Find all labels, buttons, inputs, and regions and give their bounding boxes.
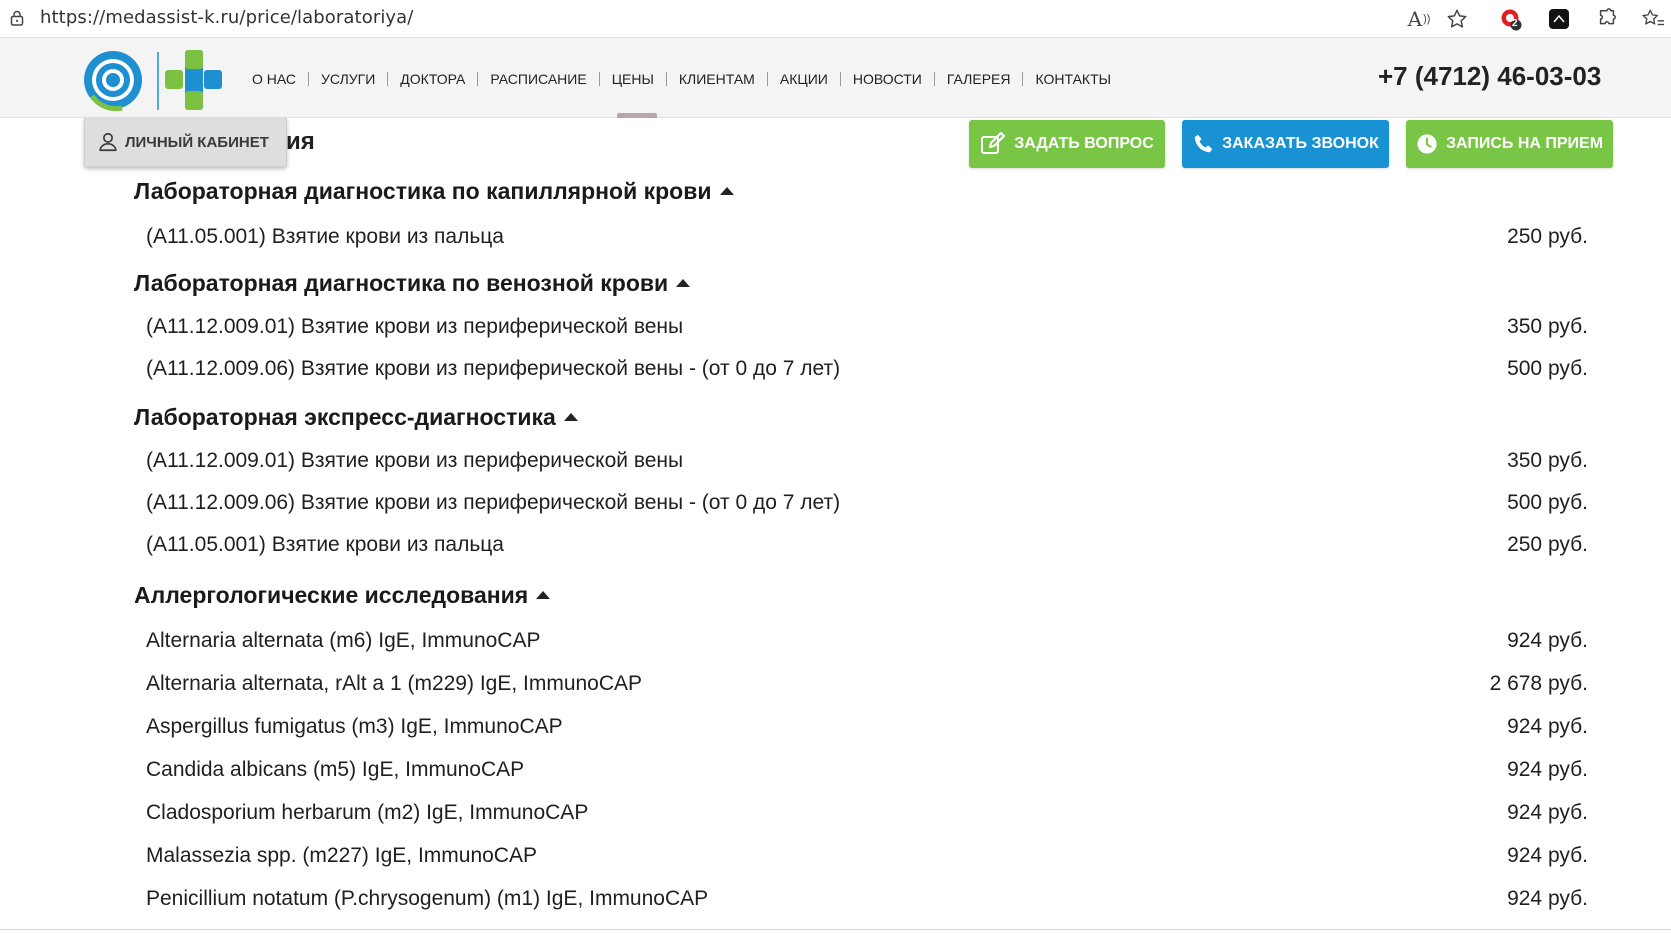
price-row: (A11.12.009.06) Взятие крови из перифери… (146, 488, 1588, 518)
service-name: (A11.12.009.06) Взятие крови из перифери… (146, 357, 841, 380)
nav-item-contacts[interactable]: КОНТАКТЫ (1023, 71, 1123, 87)
service-price: 2 678 руб. (1489, 672, 1588, 695)
price-row: Alternaria alternata, rAlt a 1 (m229) Ig… (146, 669, 1588, 699)
service-price: 250 руб. (1507, 225, 1588, 248)
service-name: Candida albicans (m5) IgE, ImmunoCAP (146, 758, 525, 781)
service-name: Penicillium notatum (P.chrysogenum) (m1)… (146, 887, 709, 910)
price-row: (A11.12.009.01) Взятие крови из перифери… (146, 446, 1588, 476)
price-row: Cladosporium herbarum (m2) IgE, ImmunoCA… (146, 798, 1588, 828)
section-title-express[interactable]: Лабораторная экспресс-диагностика (134, 404, 578, 431)
service-name: Aspergillus fumigatus (m3) IgE, ImmunoCA… (146, 715, 563, 738)
section-title-capillary[interactable]: Лабораторная диагностика по капиллярной … (134, 178, 734, 205)
price-row: Alternaria alternata (m6) IgE, ImmunoCAP… (146, 626, 1588, 656)
nav-item-promotions[interactable]: АКЦИИ (768, 71, 840, 87)
clinic-logo[interactable] (82, 48, 237, 113)
section-title-venous[interactable]: Лабораторная диагностика по венозной кро… (134, 270, 691, 297)
personal-cabinet-label: ЛИЧНЫЙ КАБИНЕТ (125, 133, 269, 151)
address-url[interactable]: https://medassist-k.ru/price/laboratoriy… (40, 7, 413, 28)
price-row: Penicillium notatum (P.chrysogenum) (m1)… (146, 884, 1588, 914)
service-price: 924 руб. (1507, 801, 1588, 824)
price-row: (A11.05.001) Взятие крови из пальца 250 … (146, 222, 1588, 252)
nav-item-prices[interactable]: ЦЕНЫ (600, 71, 666, 87)
ask-question-button[interactable]: ЗАДАТЬ ВОПРОС (969, 120, 1165, 168)
section-title-allergy[interactable]: Аллергологические исследования (134, 582, 551, 609)
collapse-caret-icon (676, 278, 691, 287)
price-row: (A11.12.009.06) Взятие крови из перифери… (146, 354, 1588, 384)
favorites-list-icon[interactable] (1640, 6, 1666, 32)
personal-cabinet-button[interactable]: ЛИЧНЫЙ КАБИНЕТ (84, 118, 287, 167)
service-price: 250 руб. (1507, 533, 1588, 556)
clock-icon (1417, 134, 1437, 154)
service-price: 350 руб. (1507, 315, 1588, 338)
nav-active-indicator (617, 113, 657, 118)
nav-item-news[interactable]: НОВОСТИ (841, 71, 934, 87)
service-name: Alternaria alternata, rAlt a 1 (m229) Ig… (146, 672, 643, 695)
service-name: Malassezia spp. (m227) IgE, ImmunoCAP (146, 844, 537, 867)
phone-number[interactable]: +7 (4712) 46-03-03 (1378, 61, 1601, 92)
lock-icon[interactable] (10, 10, 24, 26)
edit-icon (981, 132, 1006, 154)
service-price: 924 руб. (1507, 629, 1588, 652)
nav-item-about[interactable]: О НАС (252, 71, 308, 87)
order-call-button[interactable]: ЗАКАЗАТЬ ЗВОНОК (1182, 120, 1389, 168)
collapse-caret-icon (536, 590, 551, 599)
nav-item-schedule[interactable]: РАСПИСАНИЕ (478, 71, 598, 87)
book-appointment-label: ЗАПИСЬ НА ПРИЕМ (1445, 135, 1604, 152)
page-title: ия (286, 128, 315, 155)
bottom-divider (0, 929, 1671, 930)
book-appointment-button[interactable]: ЗАПИСЬ НА ПРИЕМ (1406, 120, 1613, 168)
service-name: Alternaria alternata (m6) IgE, ImmunoCAP (146, 629, 541, 652)
phone-icon (1194, 134, 1213, 153)
price-row: Malassezia spp. (m227) IgE, ImmunoCAP 92… (146, 841, 1588, 871)
service-name: (A11.05.001) Взятие крови из пальца (146, 533, 504, 556)
service-price: 924 руб. (1507, 844, 1588, 867)
favorite-star-icon[interactable] (1444, 6, 1470, 32)
service-price: 500 руб. (1507, 491, 1588, 514)
service-name: (A11.05.001) Взятие крови из пальца (146, 225, 504, 248)
user-icon (99, 132, 117, 152)
price-row: Candida albicans (m5) IgE, ImmunoCAP 924… (146, 755, 1588, 785)
nav-item-doctors[interactable]: ДОКТОРА (388, 71, 477, 87)
nav-item-clients[interactable]: КЛИЕНТАМ (667, 71, 767, 87)
service-name: (A11.12.009.01) Взятие крови из перифери… (146, 449, 684, 472)
service-price: 924 руб. (1507, 715, 1588, 738)
service-name: (A11.12.009.01) Взятие крови из перифери… (146, 315, 684, 338)
service-name: Cladosporium herbarum (m2) IgE, ImmunoCA… (146, 801, 589, 824)
read-aloud-icon[interactable]: A)) (1406, 6, 1432, 32)
service-price: 500 руб. (1507, 357, 1588, 380)
nav-item-services[interactable]: УСЛУГИ (309, 71, 387, 87)
service-price: 924 руб. (1507, 887, 1588, 910)
service-price: 350 руб. (1507, 449, 1588, 472)
price-row: Aspergillus fumigatus (m3) IgE, ImmunoCA… (146, 712, 1588, 742)
nav-item-gallery[interactable]: ГАЛЕРЕЯ (935, 71, 1023, 87)
order-call-label: ЗАКАЗАТЬ ЗВОНОК (1222, 135, 1379, 152)
collapse-caret-icon (719, 186, 734, 195)
dark-extension-icon[interactable] (1546, 6, 1572, 32)
main-nav: О НАС УСЛУГИ ДОКТОРА РАСПИСАНИЕ ЦЕНЫ КЛИ… (252, 69, 1123, 89)
price-row: (A11.12.009.01) Взятие крови из перифери… (146, 312, 1588, 342)
extension-badge: 2 (1512, 18, 1518, 29)
adblock-extension-icon[interactable]: 2 (1498, 6, 1524, 32)
collapse-caret-icon (563, 412, 578, 421)
service-name: (A11.12.009.06) Взятие крови из перифери… (146, 491, 841, 514)
price-row: (A11.05.001) Взятие крови из пальца 250 … (146, 530, 1588, 560)
extensions-puzzle-icon[interactable] (1594, 6, 1620, 32)
service-price: 924 руб. (1507, 758, 1588, 781)
ask-question-label: ЗАДАТЬ ВОПРОС (1014, 135, 1154, 152)
browser-address-bar: https://medassist-k.ru/price/laboratoriy… (0, 0, 1671, 38)
